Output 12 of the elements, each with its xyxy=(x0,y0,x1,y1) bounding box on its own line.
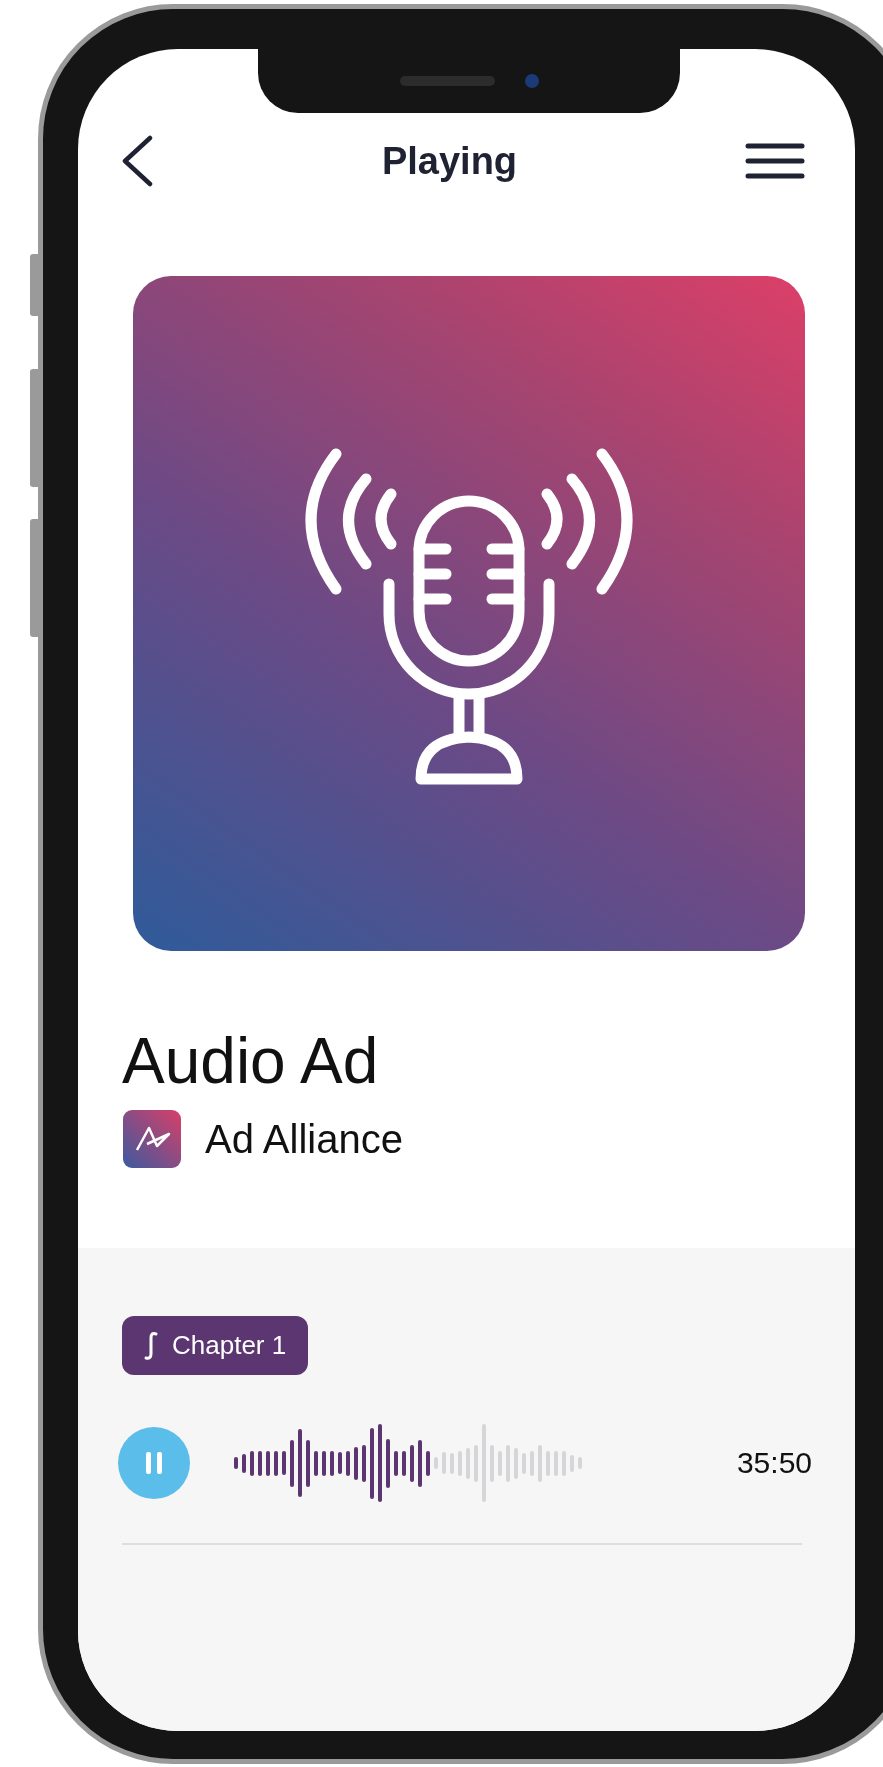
publisher-name: Ad Alliance xyxy=(205,1116,403,1162)
pause-icon xyxy=(144,1451,164,1476)
music-note-icon xyxy=(144,1330,158,1361)
menu-icon[interactable] xyxy=(745,143,805,179)
chapter-tag[interactable]: Chapter 1 xyxy=(122,1316,309,1376)
publisher-logo-icon xyxy=(123,1110,181,1169)
camera-lens xyxy=(524,74,539,88)
screen-title: Playing xyxy=(381,139,518,183)
waveform-progress[interactable] xyxy=(234,1423,582,1504)
episode-title: Audio Ad xyxy=(122,1026,380,1097)
back-icon[interactable] xyxy=(120,135,154,187)
track-time: 35:50 xyxy=(736,1446,812,1481)
